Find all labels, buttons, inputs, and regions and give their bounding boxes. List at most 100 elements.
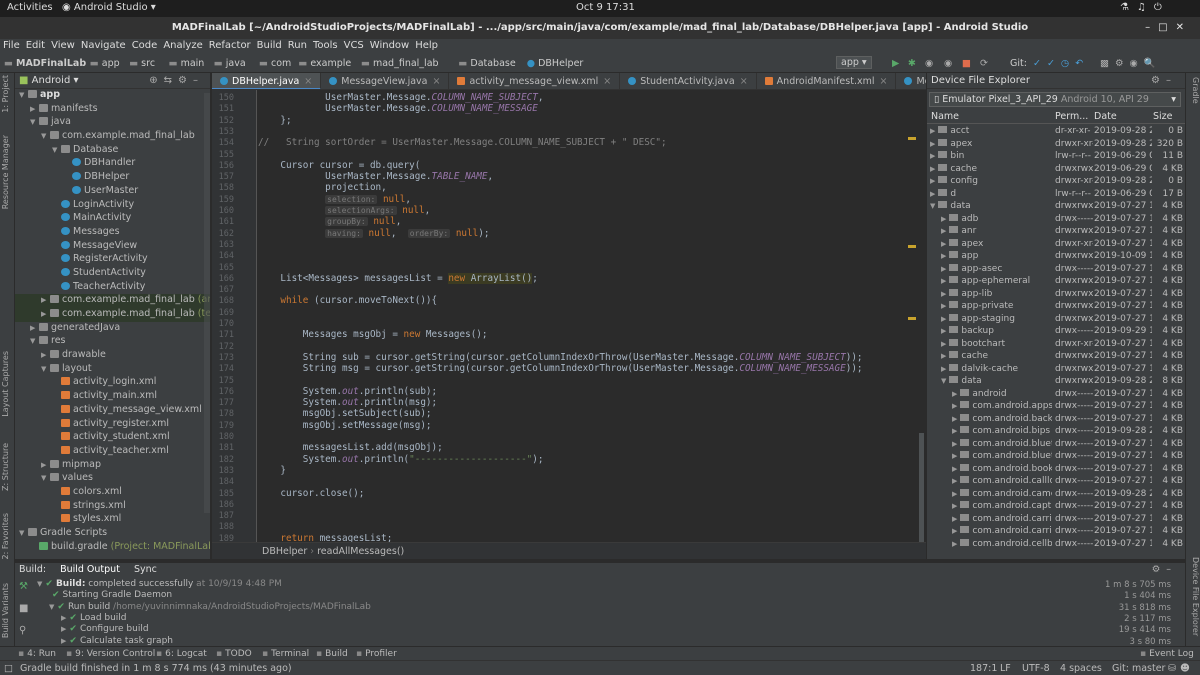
chevron-down-icon[interactable]: ▶ — [61, 637, 66, 645]
editor-tab[interactable]: MessageView.java × — [321, 73, 450, 89]
project-tree-item[interactable]: ▶ manifests — [15, 103, 210, 117]
tool-window-button[interactable]: ▪ 6: Logcat — [156, 649, 207, 659]
file-row[interactable]: ▶ adb drwx------ 2019-07-27 1: 4 KB — [927, 213, 1185, 227]
file-row[interactable]: ▼ data drwxrwx--2019-09-28 2: 8 KB — [927, 376, 1185, 389]
build-tab[interactable]: Build Output — [60, 564, 120, 575]
chevron-right-icon[interactable]: ▶ — [41, 461, 50, 469]
chevron-right-icon[interactable]: ▶ — [941, 290, 946, 298]
chevron-right-icon[interactable]: ▶ — [952, 527, 957, 535]
file-row[interactable]: ▶ app-ephemeral drwxrwx--2019-07-27 1: 4 KB — [927, 276, 1185, 289]
project-tree-item[interactable]: MessageView — [15, 240, 210, 254]
breadcrumb-item[interactable]: ▬ example — [298, 58, 351, 69]
file-row[interactable]: ▶ app drwxrwx--2019-10-09 1: 4 KB — [927, 251, 1185, 264]
chevron-right-icon[interactable]: ▶ — [941, 340, 946, 348]
method-breadcrumb[interactable]: readAllMessages() — [317, 546, 404, 557]
project-tree-item[interactable]: activity_register.xml — [15, 418, 210, 432]
menu-help[interactable]: Help — [412, 39, 441, 51]
menu-analyze[interactable]: Analyze — [160, 39, 205, 51]
chevron-right-icon[interactable]: ▶ — [930, 152, 935, 160]
chevron-right-icon[interactable]: ▶ — [941, 252, 946, 260]
breadcrumb-item[interactable]: ▬ MADFinalLab — [4, 58, 86, 69]
project-tree-item[interactable]: activity_message_view.xml — [15, 404, 210, 418]
project-tree-item[interactable]: ▶ mipmap — [15, 459, 210, 473]
chevron-right-icon[interactable]: ▶ — [930, 165, 935, 173]
build-row[interactable]: ▼ ✔ Run build /home/yuvinnimnaka/AndroidSt… — [37, 602, 371, 613]
chevron-right-icon[interactable]: ▶ — [952, 515, 957, 523]
editor-tab[interactable]: Messages.java× — [896, 73, 926, 89]
sync-icon[interactable]: ⟳ — [980, 58, 988, 69]
chevron-right-icon[interactable]: ▶ — [941, 327, 946, 335]
breadcrumb-item[interactable]: ▬ com — [259, 58, 291, 69]
chevron-down-icon[interactable]: ▼ — [52, 146, 61, 154]
chevron-down-icon[interactable]: ▶ — [61, 625, 66, 633]
file-row[interactable]: ▶ cache drwxrwx--2019-06-29 0: 4 KB — [927, 163, 1185, 177]
build-row[interactable]: ▶ ✔ Configure build — [37, 624, 149, 635]
git-branch[interactable]: Git: master — [1112, 663, 1165, 674]
window-controls[interactable]: –□✕ — [1145, 17, 1192, 39]
breadcrumb-item[interactable]: ▬ java — [214, 58, 246, 69]
chevron-down-icon[interactable]: ▼ — [30, 118, 39, 126]
stop-build-icon[interactable]: ■ — [19, 603, 28, 614]
project-tree-item[interactable]: ▶com.example.mad_final_lab(androidTest) — [15, 294, 210, 308]
toolbar-icons[interactable]: ▩⚙◉🔍 — [1100, 58, 1162, 69]
file-row[interactable]: ▶ com.android.apps. drwx------ 2019-07-27 1… — [927, 401, 1185, 414]
project-tree-item[interactable]: activity_login.xml — [15, 376, 210, 390]
breadcrumb-item[interactable]: ▬ src — [129, 58, 155, 69]
file-row[interactable]: ▶ app-lib drwxrwx--2019-07-27 1: 4 KB — [927, 288, 1185, 302]
chevron-down-icon[interactable]: ▼ — [19, 529, 28, 537]
breadcrumb-item[interactable]: ● DBHelper — [527, 58, 584, 69]
close-icon[interactable]: × — [740, 76, 748, 87]
tool-window-button[interactable]: ▪ Profiler — [356, 649, 397, 659]
caret-position[interactable]: 187:1 — [970, 663, 997, 674]
project-tree-item[interactable]: TeacherActivity — [15, 281, 210, 295]
project-tree-item[interactable]: ▼ java — [15, 116, 210, 130]
project-tree-item[interactable]: ▼ layout — [15, 363, 210, 377]
chevron-right-icon[interactable]: ▶ — [952, 465, 957, 473]
menu-tools[interactable]: Tools — [310, 39, 341, 51]
menu-run[interactable]: Run — [285, 39, 310, 51]
chevron-right-icon[interactable]: ▶ — [952, 477, 957, 485]
chevron-right-icon[interactable]: ▶ — [952, 540, 957, 548]
project-tree-item[interactable]: ▶com.example.mad_final_lab(test) — [15, 308, 210, 322]
build-row[interactable]: ✔ Starting Gradle Daemon — [37, 590, 172, 601]
tool-window-button[interactable]: ▪ TODO — [216, 649, 252, 659]
project-tree-item[interactable]: ▼ values — [15, 472, 210, 486]
project-tree-item[interactable]: RegisterActivity — [15, 253, 210, 267]
project-tree-item[interactable]: DBHelper — [15, 171, 210, 185]
file-row[interactable]: ▶ app-private drwxrwx--2019-07-27 1: 4 KB — [927, 301, 1185, 314]
method-breadcrumb[interactable]: DBHelper — [262, 546, 307, 557]
project-tree-item[interactable]: activity_main.xml — [15, 390, 210, 404]
close-icon[interactable]: × — [433, 76, 441, 87]
project-tree-item[interactable]: activity_teacher.xml — [15, 445, 210, 459]
project-tree-item[interactable]: colors.xml — [15, 486, 210, 500]
chevron-right-icon[interactable]: ▶ — [952, 390, 957, 398]
tool-window-button[interactable]: ▪ Terminal — [262, 649, 309, 659]
device-selector[interactable]: ▯ Emulator Pixel_3_API_29 Android 10, AP… — [929, 92, 1181, 107]
build-tab[interactable]: Sync — [134, 564, 157, 575]
indent-setting[interactable]: 4 spaces — [1060, 663, 1102, 674]
tool-window-button[interactable]: ▪ Build — [316, 649, 348, 659]
chevron-right-icon[interactable]: ▶ — [941, 227, 946, 235]
file-row[interactable]: ▶ anr drwxrwxr-2019-07-27 1: 4 KB — [927, 226, 1185, 239]
build-row[interactable]: ▶ ✔ Load build — [37, 613, 127, 624]
chevron-right-icon[interactable]: ▶ — [941, 315, 946, 323]
tool-tab-1[interactable]: Resource Manager — [1, 135, 14, 209]
file-row[interactable]: ▶ com.android.carrie drwx------ 2019-07-27 … — [927, 526, 1185, 539]
panel-actions-icons[interactable]: ⊕⇆⚙– — [149, 75, 204, 86]
tool-window-button[interactable]: ▪ 4: Run — [18, 649, 56, 659]
project-tree-item[interactable]: build.gradle (Project: MADFinalLab) — [15, 541, 210, 555]
project-tree-item[interactable]: ▼ res — [15, 335, 210, 349]
tool-tab-4[interactable]: 2: Favorites — [1, 513, 14, 559]
editor-tab[interactable]: StudentActivity.java × — [620, 73, 757, 89]
menu-refactor[interactable]: Refactor — [206, 39, 254, 51]
file-row[interactable]: ▶ android drwx------ 2019-07-27 1: 4 KB — [927, 388, 1185, 402]
dfe-column-header[interactable]: Size — [1153, 111, 1173, 122]
file-row[interactable]: ▶ backup drwx------ 2019-09-29 1: 4 KB — [927, 326, 1185, 339]
status-message[interactable]: Gradle build finished in 1 m 8 s 774 ms … — [20, 663, 292, 674]
file-row[interactable]: ▶ cache drwxrwx--2019-07-27 1: 4 KB — [927, 351, 1185, 364]
line-separator[interactable]: LF — [1000, 663, 1011, 674]
file-row[interactable]: ▶ com.android.bips drwx------ 2019-09-28 2:… — [927, 426, 1185, 439]
file-row[interactable]: ▶ config drwxr-xr- 2019-09-28 2: 0 B — [927, 176, 1185, 189]
chevron-right-icon[interactable]: ▶ — [952, 427, 957, 435]
dfe-column-header[interactable]: Date — [1094, 111, 1117, 122]
